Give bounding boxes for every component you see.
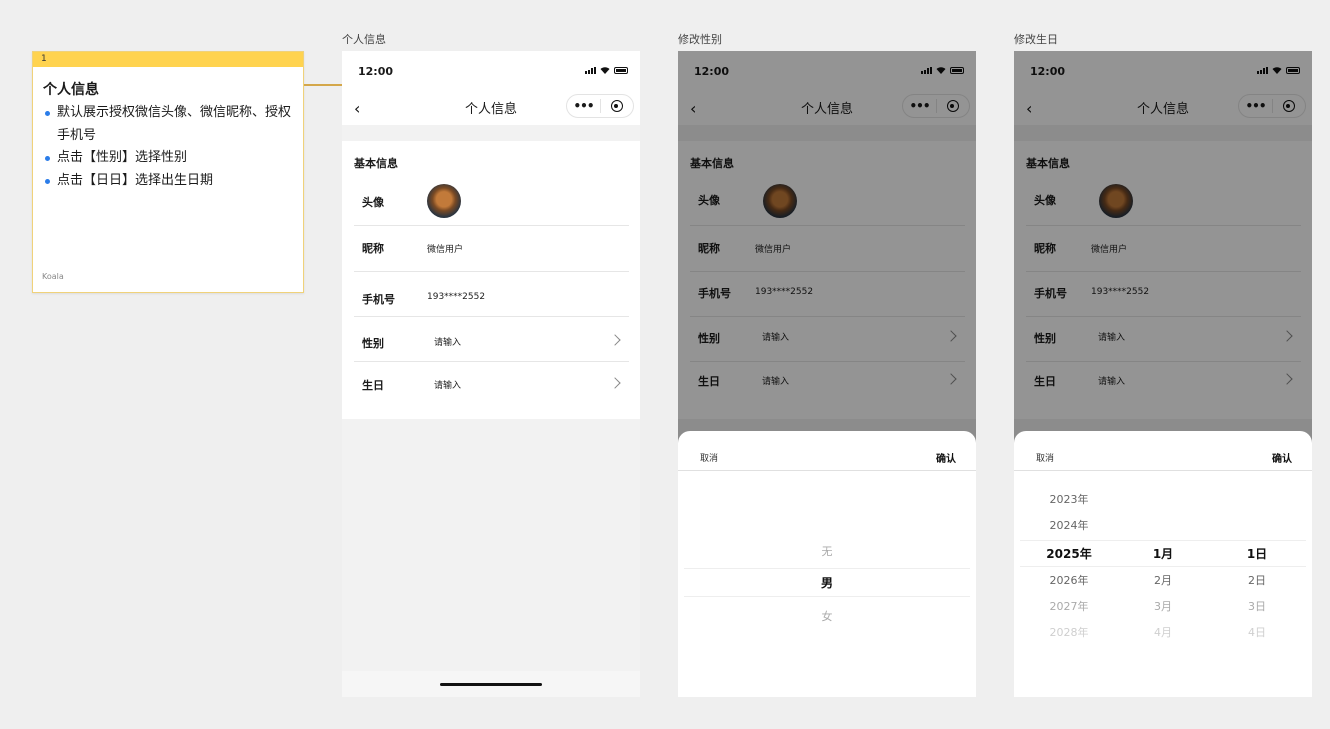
- day-option[interactable]: 3日: [1232, 598, 1282, 614]
- note-number: 1: [33, 52, 303, 67]
- row-avatar[interactable]: 头像: [354, 178, 629, 226]
- year-option[interactable]: 2027年: [1038, 598, 1100, 614]
- row-label: 生日: [362, 379, 384, 392]
- sheet-header: 取消 确认: [1014, 431, 1312, 471]
- picker-option-selected[interactable]: 男: [678, 574, 976, 591]
- row-phone: 手机号 193****2552: [354, 272, 629, 317]
- mini-program-capsule: •••: [566, 94, 634, 118]
- month-option[interactable]: 3月: [1138, 598, 1188, 614]
- picker-option[interactable]: 女: [678, 608, 976, 624]
- cancel-button[interactable]: 取消: [700, 451, 718, 464]
- status-time: 12:00: [358, 65, 394, 78]
- frame-label-profile: 个人信息: [342, 33, 386, 46]
- phone-profile: 12:00 ‹ 个人信息 ••• 基本信息 头像 昵称 微信用户 手机号 193…: [342, 51, 640, 697]
- battery-icon: [614, 66, 628, 74]
- row-label: 手机号: [362, 293, 395, 306]
- frame-label-birthday: 修改生日: [1014, 33, 1058, 46]
- year-option[interactable]: 2026年: [1038, 572, 1100, 588]
- status-bar: 12:00: [342, 51, 640, 89]
- confirm-button[interactable]: 确认: [936, 450, 956, 465]
- year-option[interactable]: 2028年: [1038, 624, 1100, 640]
- day-option[interactable]: 2日: [1232, 572, 1282, 588]
- section-title: 基本信息: [354, 157, 398, 170]
- date-picker-sheet: 取消 确认 2023年 2024年 2025年 2026年 2027年 2028…: [1014, 431, 1312, 697]
- day-option-selected[interactable]: 1日: [1232, 545, 1282, 562]
- row-label: 昵称: [362, 242, 384, 255]
- birthday-value: 请输入: [434, 381, 462, 391]
- phone-value: 193****2552: [427, 292, 486, 302]
- note-item: 点击【日日】选择出生日期: [43, 170, 293, 193]
- basic-info-card: 基本信息 头像 昵称 微信用户 手机号 193****2552 性别 请输入 生…: [342, 141, 640, 419]
- note-item: 点击【性别】选择性别: [43, 147, 293, 170]
- month-option[interactable]: 4月: [1138, 624, 1188, 640]
- note-title: 个人信息: [43, 82, 99, 98]
- month-option-selected[interactable]: 1月: [1138, 545, 1188, 562]
- note-author: Koala: [42, 272, 64, 281]
- note-list: 默认展示授权微信头像、微信昵称、授权手机号 点击【性别】选择性别 点击【日日】选…: [43, 102, 293, 192]
- gender-picker-sheet: 取消 确认 无 男 女: [678, 431, 976, 697]
- target-circle-icon: [610, 100, 623, 112]
- year-option[interactable]: 2023年: [1038, 491, 1100, 507]
- nav-bar: ‹ 个人信息 •••: [342, 89, 640, 125]
- wifi-icon: [600, 67, 610, 74]
- signal-icon: [585, 66, 596, 74]
- gender-value: 请输入: [434, 338, 462, 348]
- frame-label-gender: 修改性别: [678, 33, 722, 46]
- more-dots-icon[interactable]: •••: [567, 99, 600, 113]
- chevron-right-icon: [609, 377, 621, 389]
- row-birthday[interactable]: 生日 请输入: [354, 362, 629, 407]
- avatar[interactable]: [427, 184, 461, 218]
- row-label: 性别: [362, 337, 384, 350]
- picker-option[interactable]: 无: [678, 543, 976, 559]
- year-option-selected[interactable]: 2025年: [1038, 545, 1100, 562]
- day-option[interactable]: 4日: [1232, 624, 1282, 640]
- month-option[interactable]: 2月: [1138, 572, 1188, 588]
- row-gender[interactable]: 性别 请输入: [354, 317, 629, 362]
- sheet-header: 取消 确认: [678, 431, 976, 471]
- chevron-right-icon: [609, 334, 621, 346]
- cancel-button[interactable]: 取消: [1036, 451, 1054, 464]
- close-target-button[interactable]: [601, 100, 633, 112]
- home-indicator: [342, 671, 640, 697]
- row-nickname: 昵称 微信用户: [354, 226, 629, 272]
- nickname-value: 微信用户: [427, 245, 464, 255]
- year-option[interactable]: 2024年: [1038, 517, 1100, 533]
- sticky-note[interactable]: 1 个人信息 默认展示授权微信头像、微信昵称、授权手机号 点击【性别】选择性别 …: [32, 51, 304, 293]
- phone-gender: 12:00 ‹ 个人信息 ••• 基本信息 头像 昵称 微信用户 手机号 193…: [678, 51, 976, 697]
- note-item: 默认展示授权微信头像、微信昵称、授权手机号: [43, 102, 293, 147]
- confirm-button[interactable]: 确认: [1272, 450, 1292, 465]
- phone-birthday: 12:00 ‹ 个人信息 ••• 基本信息 头像 昵称 微信用户 手机号 193…: [1014, 51, 1312, 697]
- row-label: 头像: [362, 196, 384, 209]
